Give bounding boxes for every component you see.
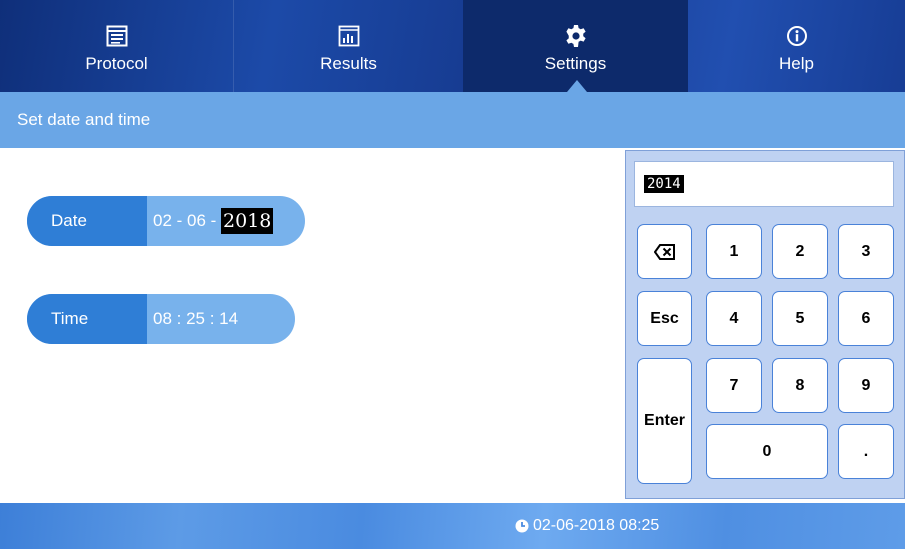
keypad-display: 2014 xyxy=(634,161,894,207)
backspace-key[interactable] xyxy=(637,224,692,279)
numeric-keypad: 2014 1 2 3 Esc 4 5 6 Enter 7 8 9 0 . xyxy=(625,150,905,499)
tab-help[interactable]: Help xyxy=(688,0,905,92)
page-title: Set date and time xyxy=(17,110,151,129)
date-field[interactable]: Date 02 - 06 - 2018 xyxy=(27,196,305,246)
time-value[interactable]: 08 : 25 : 14 xyxy=(153,294,238,344)
time-label: Time xyxy=(27,294,147,344)
key-7[interactable]: 7 xyxy=(706,358,762,413)
date-year-selected[interactable]: 2018 xyxy=(221,208,274,234)
key-4[interactable]: 4 xyxy=(706,291,762,346)
key-8[interactable]: 8 xyxy=(772,358,828,413)
key-9[interactable]: 9 xyxy=(838,358,894,413)
tab-settings-label: Settings xyxy=(544,53,607,73)
enter-key[interactable]: Enter xyxy=(637,358,692,484)
backspace-icon xyxy=(653,243,675,260)
info-icon xyxy=(784,23,810,49)
tab-protocol-label: Protocol xyxy=(85,53,148,73)
gear-icon xyxy=(563,23,589,49)
key-6[interactable]: 6 xyxy=(838,291,894,346)
tab-results[interactable]: Results xyxy=(234,0,463,92)
status-bar: 02-06-2018 08:25 xyxy=(0,503,905,549)
clock-icon xyxy=(515,519,529,533)
keypad-display-value: 2014 xyxy=(644,175,684,193)
active-tab-indicator xyxy=(567,80,587,92)
key-1[interactable]: 1 xyxy=(706,224,762,279)
date-day-month: 02 - 06 - xyxy=(153,211,222,230)
date-label: Date xyxy=(27,196,147,246)
key-dot[interactable]: . xyxy=(838,424,894,479)
footer-datetime: 02-06-2018 08:25 xyxy=(515,517,659,535)
date-value[interactable]: 02 - 06 - 2018 xyxy=(153,196,274,246)
tab-settings[interactable]: Settings xyxy=(463,0,688,92)
time-field[interactable]: Time 08 : 25 : 14 xyxy=(27,294,295,344)
esc-key[interactable]: Esc xyxy=(637,291,692,346)
tab-results-label: Results xyxy=(320,53,377,73)
key-0[interactable]: 0 xyxy=(706,424,828,479)
top-navigation: Protocol Results Settings Help xyxy=(0,0,905,92)
key-5[interactable]: 5 xyxy=(772,291,828,346)
key-3[interactable]: 3 xyxy=(838,224,894,279)
tab-protocol[interactable]: Protocol xyxy=(0,0,233,92)
page-header: Set date and time xyxy=(0,92,905,148)
protocol-icon xyxy=(104,23,130,49)
footer-datetime-text: 02-06-2018 08:25 xyxy=(533,517,660,534)
key-2[interactable]: 2 xyxy=(772,224,828,279)
tab-help-label: Help xyxy=(779,53,814,73)
results-icon xyxy=(336,23,362,49)
